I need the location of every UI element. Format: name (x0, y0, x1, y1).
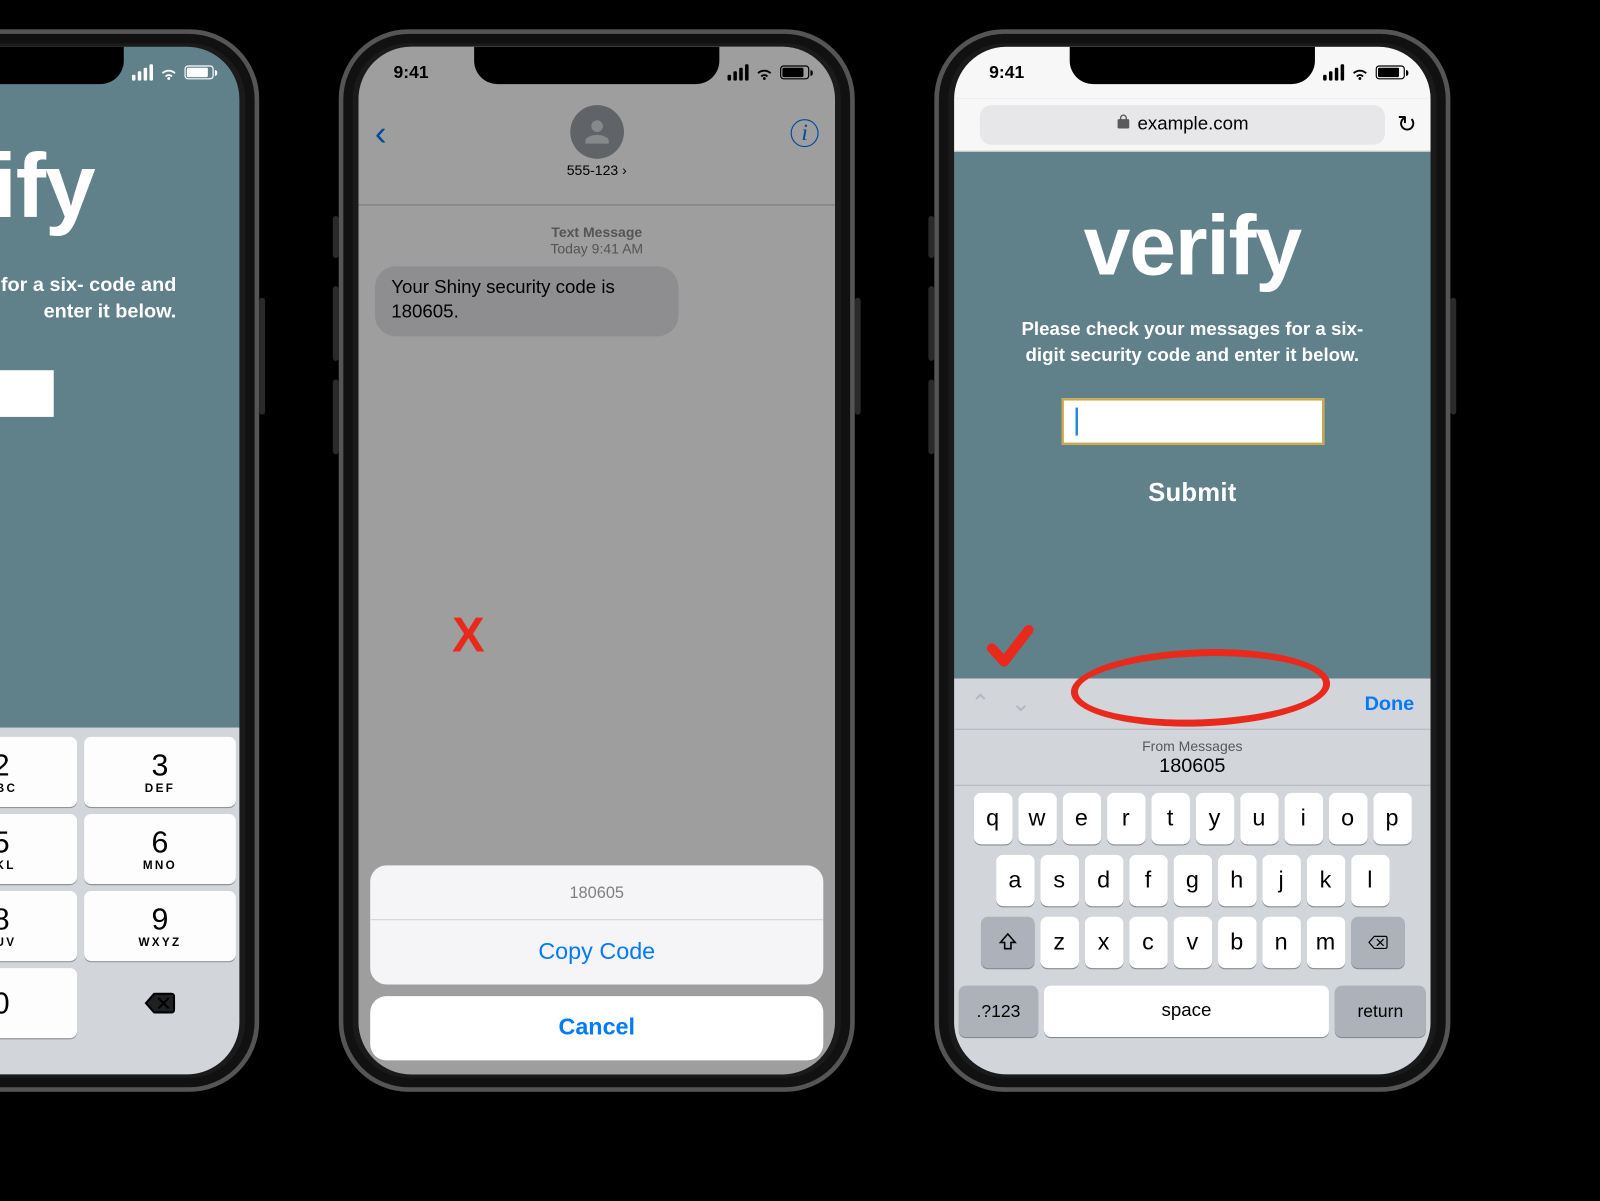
phone-middle: 9:41 ‹ 555-123 › i Text Message Today 9:… (339, 29, 855, 1092)
url-text: example.com (1137, 114, 1248, 135)
action-sheet: 180605 Copy Code Cancel (370, 865, 823, 1060)
cancel-button[interactable]: Cancel (370, 996, 823, 1060)
key-c[interactable]: c (1129, 917, 1168, 968)
key-backspace[interactable] (84, 968, 236, 1038)
key-d[interactable]: d (1084, 855, 1123, 906)
key-2[interactable]: 2ABC (0, 737, 77, 807)
key-0[interactable]: 0 (0, 968, 77, 1038)
shift-key[interactable] (980, 917, 1034, 968)
lock-icon (1116, 113, 1130, 135)
battery-icon (185, 65, 214, 79)
key-m[interactable]: m (1306, 917, 1345, 968)
key-8[interactable]: 8TUV (0, 891, 77, 961)
key-n[interactable]: n (1262, 917, 1301, 968)
annotation-x-icon: X (452, 607, 485, 663)
page-subtitle: our messages for a six- code and enter i… (0, 272, 211, 326)
space-key[interactable]: space (1044, 986, 1329, 1037)
return-key[interactable]: return (1335, 986, 1426, 1037)
page-title: erify (0, 133, 211, 239)
code-input[interactable] (1061, 398, 1324, 445)
key-r[interactable]: r (1106, 793, 1145, 844)
signal-icon (1323, 64, 1344, 80)
wifi-icon (754, 65, 774, 79)
reload-icon[interactable]: ↻ (1397, 110, 1417, 139)
key-b[interactable]: b (1217, 917, 1256, 968)
key-9[interactable]: 9WXYZ (84, 891, 236, 961)
key-a[interactable]: a (996, 855, 1035, 906)
notch (1070, 47, 1315, 84)
key-e[interactable]: e (1062, 793, 1101, 844)
key-z[interactable]: z (1040, 917, 1079, 968)
status-time: 9:41 (394, 62, 429, 82)
key-p[interactable]: p (1373, 793, 1412, 844)
wifi-icon (159, 65, 179, 79)
battery-icon (780, 65, 809, 79)
battery-icon (1376, 65, 1405, 79)
suggestion-label: From Messages (1142, 737, 1242, 753)
submit-button[interactable]: Submit (982, 478, 1402, 508)
code-input[interactable] (0, 370, 54, 417)
safari-toolbar: example.com ↻ (954, 98, 1430, 152)
phone-left: 9:41 erify our messages for a six- code … (0, 29, 259, 1092)
signal-icon (728, 64, 749, 80)
prev-field-icon[interactable]: ⌃ (970, 689, 990, 718)
key-f[interactable]: f (1129, 855, 1168, 906)
suggestion-code: 180605 (1142, 754, 1242, 777)
key-h[interactable]: h (1217, 855, 1256, 906)
page-title: verify (982, 199, 1402, 295)
submit-button[interactable]: Submit (0, 487, 211, 517)
key-u[interactable]: u (1240, 793, 1279, 844)
keyboard: ⌃ ⌄ Done From Messages 180605 qwertyuiop… (954, 678, 1430, 1074)
key-j[interactable]: j (1262, 855, 1301, 906)
url-field[interactable]: example.com (980, 105, 1386, 145)
key-o[interactable]: o (1328, 793, 1367, 844)
status-time: 9:41 (989, 62, 1024, 82)
key-5[interactable]: 5JKL (0, 814, 77, 884)
keyboard-suggestion[interactable]: From Messages 180605 (954, 730, 1430, 786)
key-q[interactable]: q (973, 793, 1012, 844)
backspace-key[interactable] (1351, 917, 1405, 968)
annotation-check-icon (984, 621, 1033, 676)
key-k[interactable]: k (1306, 855, 1345, 906)
key-v[interactable]: v (1173, 917, 1212, 968)
key-s[interactable]: s (1040, 855, 1079, 906)
key-i[interactable]: i (1284, 793, 1323, 844)
notch (0, 47, 124, 84)
next-field-icon[interactable]: ⌄ (1011, 689, 1031, 718)
key-g[interactable]: g (1173, 855, 1212, 906)
signal-icon (132, 64, 153, 80)
copy-code-button[interactable]: Copy Code (370, 920, 823, 984)
done-button[interactable]: Done (1365, 692, 1415, 715)
page-subtitle: Please check your messages for a six-dig… (1005, 318, 1379, 368)
key-6[interactable]: 6MNO (84, 814, 236, 884)
key-w[interactable]: w (1018, 793, 1057, 844)
key-t[interactable]: t (1151, 793, 1190, 844)
key-x[interactable]: x (1084, 917, 1123, 968)
wifi-icon (1350, 65, 1370, 79)
switch-key[interactable]: .?123 (959, 986, 1038, 1037)
key-3[interactable]: 3DEF (84, 737, 236, 807)
key-l[interactable]: l (1351, 855, 1390, 906)
numeric-keypad: 1 2ABC 3DEF 4GHI 5JKL 6MNO 7PQRS 8TUV 9W… (0, 728, 239, 1075)
phone-right: 9:41 example.com ↻ verify Please check y… (934, 29, 1450, 1092)
notch (474, 47, 719, 84)
key-y[interactable]: y (1195, 793, 1234, 844)
sheet-title: 180605 (370, 865, 823, 920)
